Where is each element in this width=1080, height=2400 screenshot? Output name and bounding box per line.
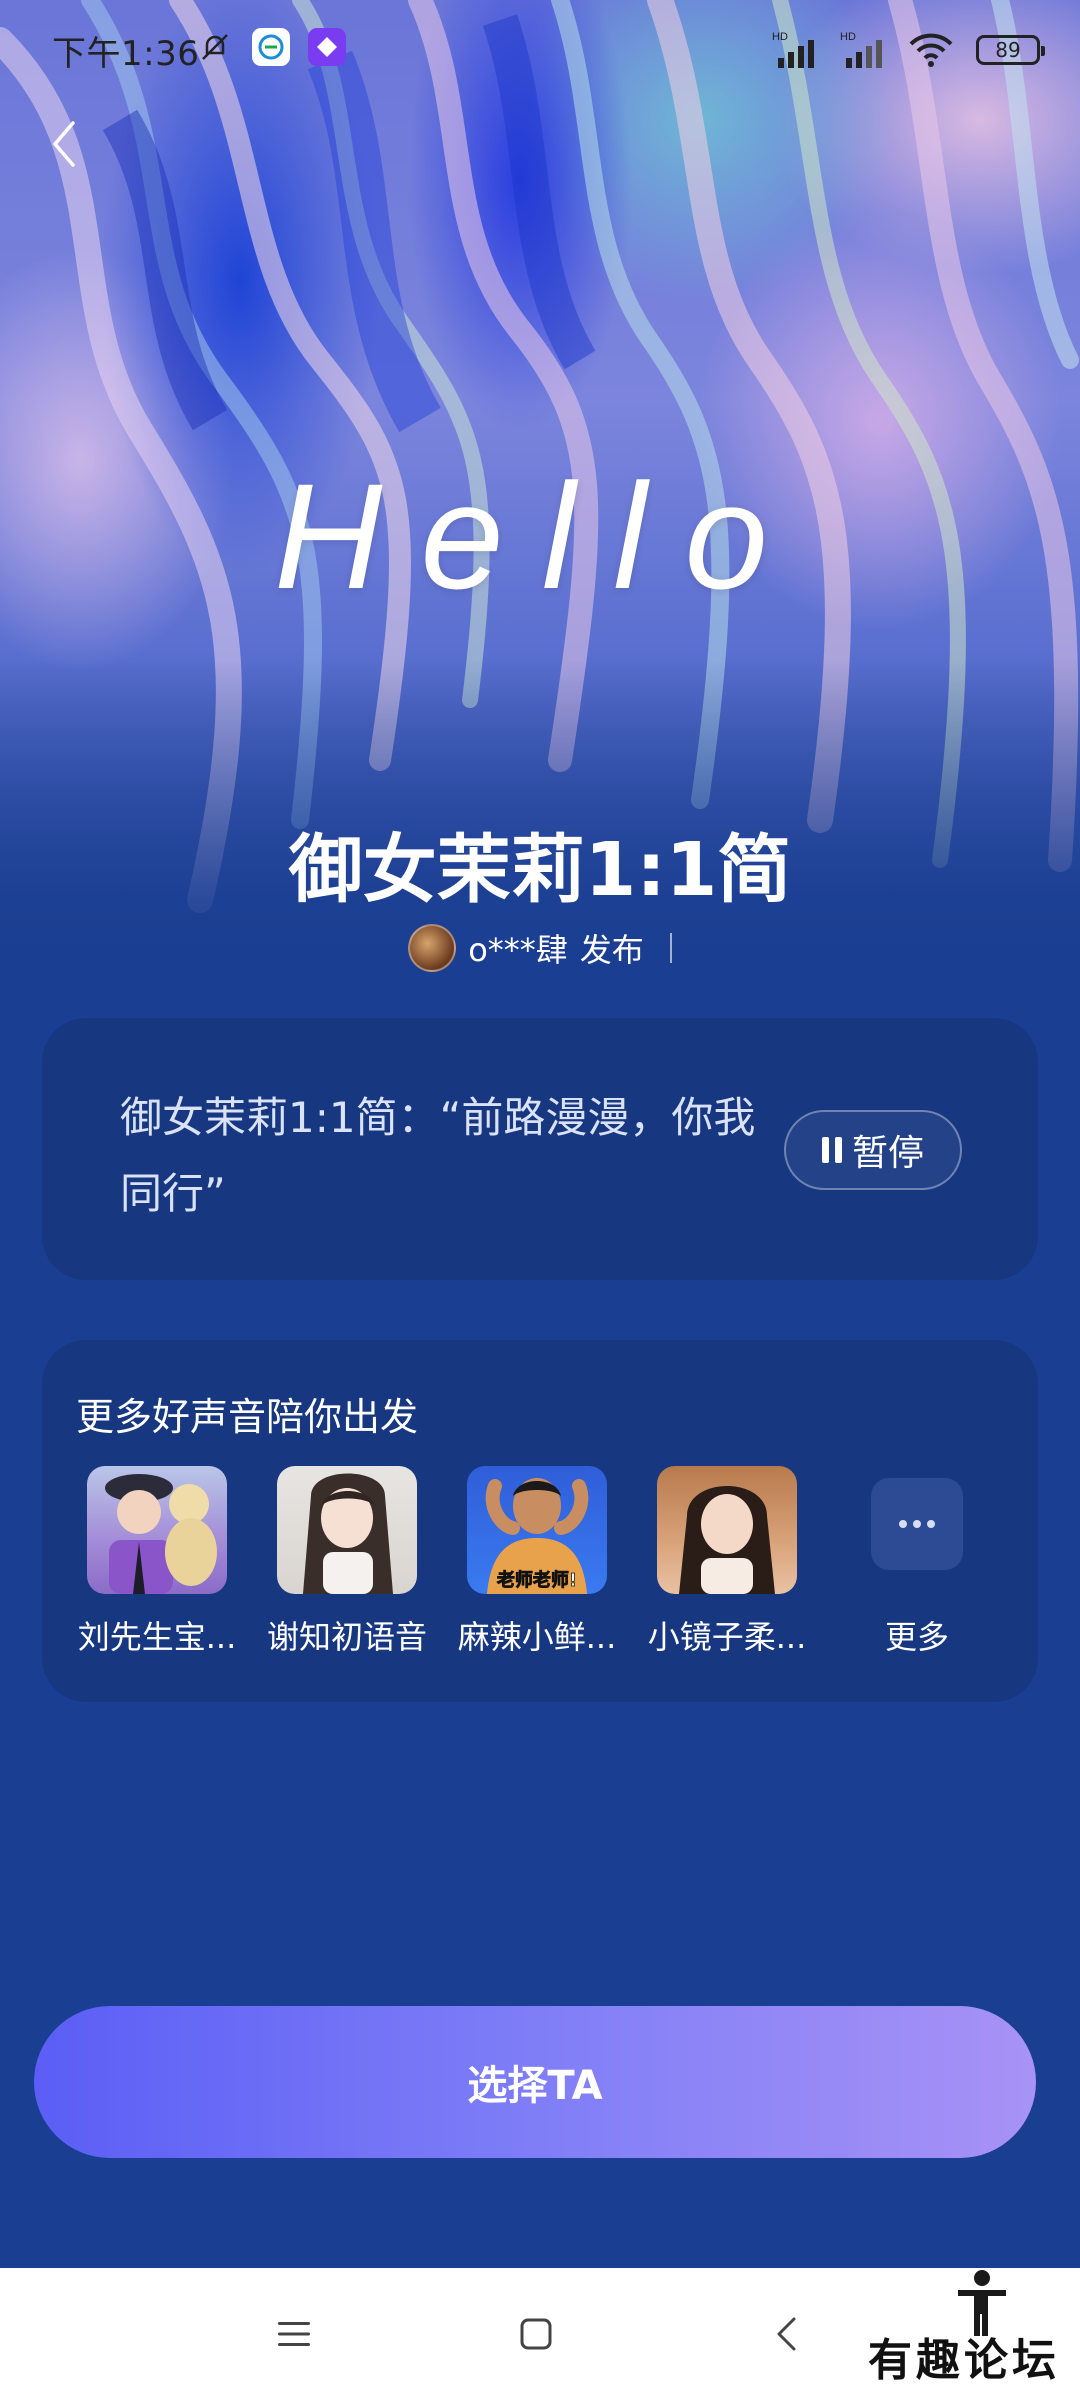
- bell-muted-icon: [196, 28, 234, 66]
- voice-name: 谢知初语音: [266, 1618, 427, 1656]
- menu-nav-button[interactable]: [268, 2308, 320, 2360]
- svg-text:HD: HD: [772, 31, 788, 43]
- publisher-divider: [669, 933, 672, 963]
- app-diamond-icon: [308, 28, 346, 66]
- system-navigation-bar: 有趣论坛: [0, 2268, 1080, 2400]
- status-system-icons: HD HD 89: [772, 30, 1045, 70]
- chevron-left-icon: [53, 121, 75, 167]
- voice-avatar[interactable]: [657, 1466, 797, 1594]
- hero-hello-text: Hello: [274, 452, 806, 620]
- more-dots-icon[interactable]: [871, 1478, 963, 1570]
- status-notification-icons: [196, 28, 346, 66]
- voice-avatar[interactable]: [87, 1466, 227, 1594]
- pause-icon: [821, 1137, 842, 1163]
- voice-avatar[interactable]: 老师老师!: [467, 1466, 607, 1594]
- publisher-info[interactable]: o***肆 发布: [0, 924, 1080, 972]
- more-voices-card: 更多好声音陪你出发 刘先生宝... 谢知初语音 老师老师! 麻辣小鲜... 小镜…: [42, 1340, 1038, 1702]
- sample-quote-text: 御女茉莉1:1简：“前路漫漫，你我同行”: [120, 1093, 756, 1218]
- more-voices-button[interactable]: 更多: [832, 1466, 1002, 1658]
- menu-icon: [278, 2322, 310, 2346]
- voice-list: 刘先生宝... 谢知初语音 老师老师! 麻辣小鲜... 小镜子柔... 更多: [72, 1466, 1012, 1666]
- wifi-icon: [909, 33, 953, 67]
- voice-item[interactable]: 谢知初语音: [262, 1466, 432, 1658]
- cellular-signal-icon-2: HD: [840, 31, 882, 68]
- more-voices-title: 更多好声音陪你出发: [76, 1395, 419, 1439]
- pause-label: 暂停: [851, 1133, 924, 1174]
- battery-level: 89: [995, 38, 1021, 62]
- avatar-badge-text: 老师老师!: [497, 1569, 577, 1591]
- watermark-text: 有趣论坛: [868, 2335, 1060, 2386]
- status-time: 下午1:36: [52, 34, 200, 74]
- app-notification-icon: [252, 28, 290, 66]
- voice-item[interactable]: 刘先生宝...: [72, 1466, 242, 1658]
- back-button[interactable]: [40, 112, 88, 176]
- select-voice-button[interactable]: 选择TA: [34, 2006, 1036, 2158]
- voice-detail-screen: 下午1:36 HD HD 89 Hello 御女茉莉1:1简 o***肆 发布 …: [0, 0, 1080, 2400]
- svg-text:HD: HD: [840, 31, 856, 43]
- voice-avatar[interactable]: [277, 1466, 417, 1594]
- more-voices-label: 更多: [884, 1618, 949, 1656]
- voice-title: 御女茉莉1:1简: [288, 827, 792, 913]
- home-nav-button[interactable]: [510, 2308, 562, 2360]
- battery-indicator: 89: [976, 35, 1045, 65]
- voice-name: 刘先生宝...: [77, 1618, 237, 1656]
- publisher-action: 发布: [579, 931, 644, 969]
- voice-name: 小镜子柔...: [647, 1618, 807, 1656]
- publisher-name[interactable]: o***肆: [468, 925, 568, 971]
- publisher-avatar[interactable]: [408, 924, 457, 972]
- home-square-icon: [520, 2318, 552, 2350]
- back-triangle-icon: [777, 2317, 796, 2351]
- cellular-signal-icon: HD: [772, 31, 814, 68]
- sample-quote-card: 御女茉莉1:1简：“前路漫漫，你我同行” 暂停: [42, 1018, 1038, 1280]
- voice-item[interactable]: 小镜子柔...: [642, 1466, 812, 1658]
- back-nav-button[interactable]: [760, 2308, 812, 2360]
- pause-button[interactable]: 暂停: [784, 1110, 962, 1190]
- voice-item[interactable]: 老师老师! 麻辣小鲜...: [452, 1466, 622, 1658]
- status-bar: 下午1:36 HD HD 89: [0, 0, 1080, 100]
- voice-name: 麻辣小鲜...: [457, 1618, 617, 1656]
